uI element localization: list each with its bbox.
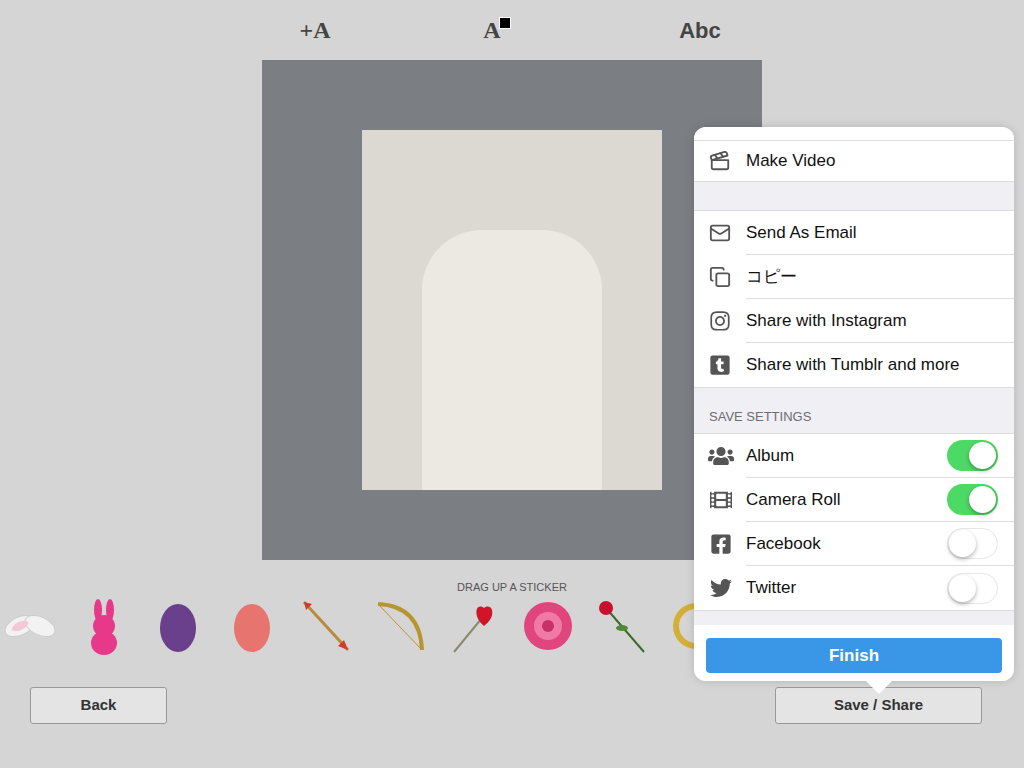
photo	[262, 60, 762, 560]
make-video-row[interactable]: Make Video	[694, 140, 1014, 182]
setting-row: Facebook	[694, 522, 1014, 566]
share-action-icon	[708, 354, 732, 376]
setting-icon	[708, 445, 734, 467]
toggle-switch[interactable]	[947, 484, 998, 515]
sticker-icon[interactable]	[592, 596, 652, 656]
setting-row: Twitter	[694, 566, 1014, 610]
toolbar-button[interactable]: A	[467, 12, 527, 48]
toggle-switch[interactable]	[947, 440, 998, 471]
toggle-switch[interactable]	[947, 528, 998, 559]
share-popover: Make Video Send As EmailコピーShare with Ins…	[694, 127, 1014, 694]
share-action-row[interactable]: コピー	[694, 255, 1014, 299]
toolbar: +A A Abc	[0, 0, 1024, 60]
popover-arrow	[866, 681, 892, 694]
setting-icon	[708, 577, 734, 599]
share-action-icon	[708, 310, 732, 332]
setting-icon	[708, 533, 734, 555]
sticker-icon[interactable]	[222, 596, 282, 656]
clapperboard-icon	[708, 150, 732, 172]
share-action-row[interactable]: Share with Instagram	[694, 299, 1014, 343]
sticker-icon[interactable]	[444, 596, 504, 656]
share-action-icon	[708, 222, 732, 244]
sticker-icon[interactable]	[0, 596, 60, 656]
setting-row: Camera Roll	[694, 478, 1014, 522]
toggle-switch[interactable]	[947, 573, 998, 604]
setting-row: Album	[694, 434, 1014, 478]
share-action-row[interactable]: Send As Email	[694, 211, 1014, 255]
sticker-icon[interactable]	[74, 596, 134, 656]
share-action-icon	[708, 266, 732, 288]
toolbar-button[interactable]: +A	[285, 12, 345, 48]
sticker-icon[interactable]	[370, 596, 430, 656]
sticker-icon[interactable]	[148, 596, 208, 656]
color-swatch-icon	[499, 17, 511, 29]
share-action-row[interactable]: Share with Tumblr and more	[694, 343, 1014, 387]
toolbar-button[interactable]: Abc	[670, 14, 730, 47]
sticker-icon[interactable]	[518, 596, 578, 656]
setting-icon	[708, 489, 734, 511]
section-header: SAVE SETTINGS	[694, 388, 1014, 433]
sticker-icon[interactable]	[296, 596, 356, 656]
finish-button[interactable]: Finish	[706, 638, 1002, 673]
back-button[interactable]: Back	[30, 687, 167, 724]
screen: +AAAbcDRAG UP A STICKERBackSave / ShareM…	[0, 0, 1024, 768]
